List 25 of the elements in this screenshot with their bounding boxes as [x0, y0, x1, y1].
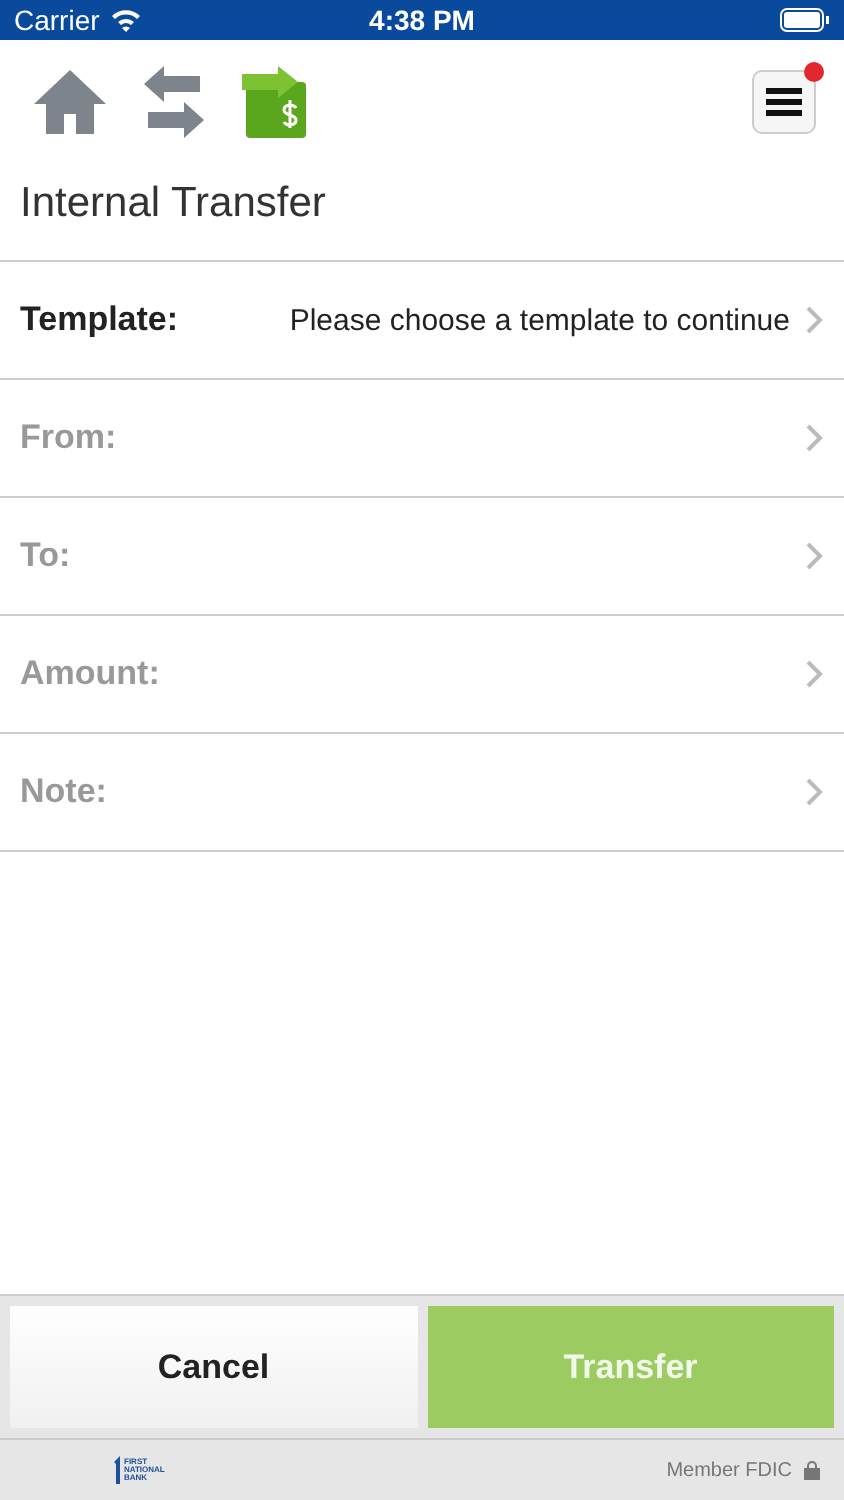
chevron-icon — [806, 660, 824, 688]
field-label: From: — [20, 418, 117, 458]
lock-icon — [804, 1460, 820, 1480]
home-icon[interactable] — [32, 68, 108, 136]
chevron-icon — [806, 306, 824, 334]
logo-icon — [112, 1456, 122, 1484]
field-label: To: — [20, 536, 71, 576]
battery-icon — [780, 8, 831, 32]
chevron-icon — [806, 542, 824, 570]
form-row[interactable]: Template: Please choose a template to continue — [0, 262, 844, 380]
field-label: Template: — [20, 300, 179, 340]
status-time: 4:38 PM — [369, 4, 475, 36]
swap-arrows-icon[interactable] — [144, 66, 204, 138]
field-label: Note: — [20, 772, 107, 812]
chevron-icon — [806, 778, 824, 806]
cancel-button[interactable]: Cancel — [10, 1306, 417, 1428]
page-title: Internal Transfer — [0, 164, 844, 262]
wifi-icon — [109, 8, 142, 32]
menu-icon — [766, 88, 802, 116]
field-value: Please choose a template to continue — [287, 303, 790, 337]
carrier-label: Carrier — [14, 4, 100, 36]
member-fdic-label: Member FDIC — [666, 1459, 792, 1481]
chevron-icon — [806, 424, 824, 452]
field-label: Amount: — [20, 654, 160, 694]
money-transfer-icon[interactable] — [240, 66, 308, 138]
